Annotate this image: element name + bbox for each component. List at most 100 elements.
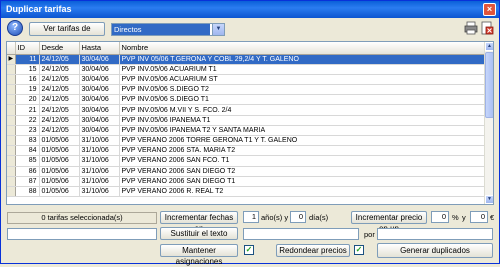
- cell-hasta: 31/10/06: [79, 155, 120, 167]
- cell-desde: 24/12/05: [39, 104, 80, 116]
- cell-nombre: PVP INV.05/06 S.DIEGO T2: [119, 84, 486, 96]
- column-header-desde[interactable]: Desde: [39, 42, 80, 55]
- por-field[interactable]: [377, 228, 493, 240]
- tarifas-table: ID Desde Hasta Nombre ▶ 11 24/12/05 30/04/0…: [7, 42, 486, 198]
- redondear-checkbox[interactable]: ✓: [354, 245, 364, 255]
- cell-hasta: 31/10/06: [79, 186, 120, 198]
- table-row[interactable]: 88 01/05/06 31/10/06 PVP VERANO 2006 R. REA…: [7, 186, 486, 198]
- scroll-thumb[interactable]: [485, 52, 493, 118]
- header-indicator: [7, 42, 16, 55]
- tarifa-type-select[interactable]: Directos ▼: [111, 23, 225, 36]
- cell-id: 84: [15, 145, 40, 157]
- anios-field[interactable]: 1: [243, 211, 259, 223]
- dias-field[interactable]: 0: [290, 211, 306, 223]
- pct-field[interactable]: 0: [431, 211, 449, 223]
- table-row[interactable]: 16 24/12/05 30/04/06 PVP INV.05/06 ACUARIUM…: [7, 74, 486, 86]
- table-row[interactable]: 22 24/12/05 30/04/06 PVP INV.05/06 IPANEMA …: [7, 115, 486, 126]
- close-icon[interactable]: ×: [483, 3, 496, 16]
- mantener-asignaciones-button[interactable]: Mantener asignaciones: [160, 244, 238, 266]
- cell-id: 15: [15, 64, 40, 75]
- table-row[interactable]: 87 01/05/06 31/10/06 PVP VERANO 2006 SAN DI…: [7, 176, 486, 187]
- ver-tarifas-button[interactable]: Ver tarifas de: [29, 22, 105, 36]
- chevron-down-icon[interactable]: ▼: [212, 24, 224, 35]
- cell-hasta: 31/10/06: [79, 176, 120, 187]
- table-row[interactable]: 85 01/05/06 31/10/06 PVP VERANO 2006 SAN FC…: [7, 155, 486, 167]
- sustituir-texto-button[interactable]: Sustituir el texto: [160, 227, 238, 240]
- table-row[interactable]: ▶ 11 24/12/05 30/04/06 PVP INV 05/06 T.GERON…: [7, 54, 486, 65]
- mantener-checkbox[interactable]: ✓: [244, 245, 254, 255]
- selected-count: 0 tarifas seleccionada(s): [7, 212, 157, 224]
- row-indicator: [7, 84, 16, 96]
- tarifas-grid[interactable]: ID Desde Hasta Nombre ▶ 11 24/12/05 30/04/0…: [6, 41, 494, 205]
- cell-hasta: 30/04/06: [79, 64, 120, 75]
- dias-label: día(s): [309, 213, 329, 222]
- cell-id: 22: [15, 115, 40, 126]
- cell-hasta: 30/04/06: [79, 115, 120, 126]
- row-indicator: [7, 115, 16, 126]
- cell-nombre: PVP INV 05/06 T.GERONA Y COBL 29,2/4 Y T…: [119, 54, 486, 65]
- row-indicator: [7, 94, 16, 106]
- table-row[interactable]: 19 24/12/05 30/04/06 PVP INV.05/06 S.DIEGO …: [7, 84, 486, 96]
- cell-hasta: 30/04/06: [79, 94, 120, 106]
- pct-label: %: [452, 213, 459, 222]
- cell-desde: 01/05/06: [39, 155, 80, 167]
- table-row[interactable]: 83 01/05/06 31/10/06 PVP VERANO 2006 TORRE …: [7, 135, 486, 147]
- cell-id: 19: [15, 84, 40, 96]
- row-indicator: [7, 155, 16, 167]
- y-label: y: [462, 213, 466, 222]
- title-bar: Duplicar tarifas ×: [1, 1, 499, 18]
- row-indicator: [7, 125, 16, 137]
- vertical-scrollbar[interactable]: ▲ ▼: [484, 42, 493, 204]
- export-icon[interactable]: [480, 21, 494, 35]
- cell-desde: 24/12/05: [39, 74, 80, 86]
- column-header-nombre[interactable]: Nombre: [119, 42, 486, 55]
- cell-desde: 24/12/05: [39, 54, 80, 65]
- table-row[interactable]: 15 24/12/05 30/04/06 PVP INV.05/06 ACUARIUM…: [7, 64, 486, 75]
- cell-nombre: PVP INV.05/06 M.VII Y S. FCO. 2/4: [119, 104, 486, 116]
- euro-field[interactable]: 0: [470, 211, 488, 223]
- incrementar-precio-button[interactable]: Incrementar precio en un: [351, 211, 427, 233]
- cell-desde: 24/12/05: [39, 84, 80, 96]
- cell-nombre: PVP INV.05/06 S.DIEGO T1: [119, 94, 486, 106]
- cell-nombre: PVP INV.05/06 IPANEMA T2 Y SANTA MARIA: [119, 125, 486, 137]
- cell-hasta: 30/04/06: [79, 54, 120, 65]
- scroll-up-icon[interactable]: ▲: [485, 42, 493, 51]
- column-header-hasta[interactable]: Hasta: [79, 42, 120, 55]
- generar-duplicados-button[interactable]: Generar duplicados: [377, 243, 493, 258]
- cell-nombre: PVP VERANO 2006 STA. MARIA T2: [119, 145, 486, 157]
- cell-nombre: PVP INV.05/06 ACUARIUM T1: [119, 64, 486, 75]
- row-indicator: ▶: [7, 54, 16, 65]
- row-indicator: [7, 135, 16, 147]
- row-indicator: [7, 176, 16, 187]
- cell-nombre: PVP VERANO 2006 R. REAL T2: [119, 186, 486, 198]
- cell-nombre: PVP VERANO 2006 SAN FCO. T1: [119, 155, 486, 167]
- cell-hasta: 31/10/06: [79, 166, 120, 177]
- cell-hasta: 30/04/06: [79, 125, 120, 137]
- sustituir-field[interactable]: [243, 228, 359, 240]
- column-header-id[interactable]: ID: [15, 42, 40, 55]
- cell-id: 11: [15, 54, 40, 65]
- anios-label: año(s) y: [261, 213, 289, 222]
- left-text-field[interactable]: [7, 228, 157, 240]
- table-row[interactable]: 21 24/12/05 30/04/06 PVP INV.05/06 M.VII Y …: [7, 104, 486, 116]
- redondear-precios-button[interactable]: Redondear precios: [276, 244, 350, 257]
- toolbar: ? Ver tarifas de Directos ▼: [1, 18, 499, 39]
- row-indicator: [7, 186, 16, 198]
- cell-hasta: 30/04/06: [79, 84, 120, 96]
- help-icon[interactable]: ?: [7, 20, 23, 36]
- cell-nombre: PVP INV.05/06 ACUARIUM ST: [119, 74, 486, 86]
- cell-id: 23: [15, 125, 40, 137]
- scroll-down-icon[interactable]: ▼: [485, 195, 493, 204]
- cell-hasta: 30/04/06: [79, 104, 120, 116]
- cell-nombre: PVP INV.05/06 IPANEMA T1: [119, 115, 486, 126]
- cell-desde: 01/05/06: [39, 145, 80, 157]
- incrementar-fechas-button[interactable]: Incrementar fechas en: [160, 211, 238, 233]
- row-indicator: [7, 166, 16, 177]
- table-row[interactable]: 84 01/05/06 31/10/06 PVP VERANO 2006 STA. M…: [7, 145, 486, 157]
- print-icon[interactable]: [464, 21, 478, 35]
- cell-id: 88: [15, 186, 40, 198]
- table-row[interactable]: 86 01/05/06 31/10/06 PVP VERANO 2006 SAN DI…: [7, 166, 486, 177]
- table-row[interactable]: 20 24/12/05 30/04/06 PVP INV.05/06 S.DIEGO …: [7, 94, 486, 106]
- table-row[interactable]: 23 24/12/05 30/04/06 PVP INV.05/06 IPANEMA …: [7, 125, 486, 137]
- duplicar-tarifas-window: Duplicar tarifas × ? Ver tarifas de Dire…: [0, 0, 500, 266]
